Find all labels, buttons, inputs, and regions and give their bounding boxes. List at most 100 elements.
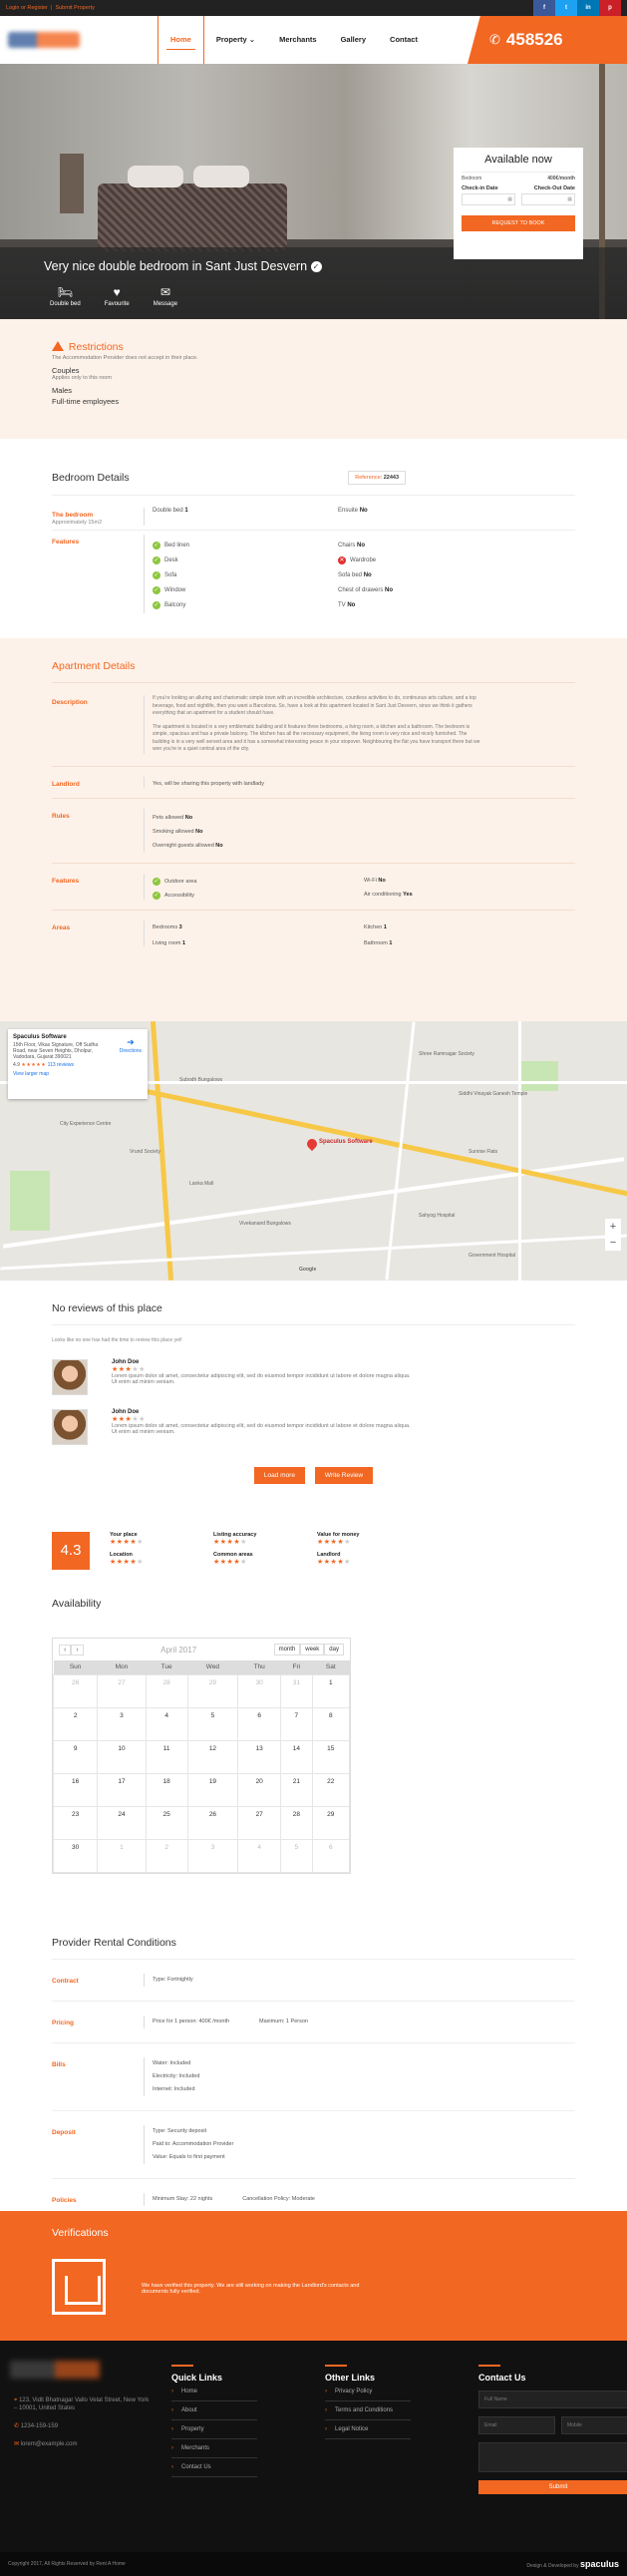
calendar-day[interactable]: 26 [186,1805,239,1840]
feature-message[interactable]: ✉ Message [154,285,177,307]
review-text: Lorem ipsum dolor sit amet, consectetur … [112,1373,411,1385]
footer-link[interactable]: Contact Us [171,2458,257,2477]
calendar-day[interactable]: 25 [145,1805,188,1840]
view-week-button[interactable]: week [300,1644,325,1656]
calendar-day[interactable]: 7 [280,1706,313,1741]
zoom-in-button[interactable]: + [605,1219,621,1235]
calendar-day[interactable]: 29 [311,1805,351,1840]
nav-gallery[interactable]: Gallery [329,16,378,64]
calendar-day[interactable]: 3 [186,1838,239,1873]
calendar-day[interactable]: 17 [97,1772,147,1807]
feature-favourite[interactable]: ♥ Favourite [105,285,130,307]
calendar-day[interactable]: 3 [97,1706,147,1741]
quick-links: Quick Links HomeAboutPropertyMerchantsCo… [171,2365,257,2477]
site-logo[interactable] [8,32,80,48]
calendar-day[interactable]: 2 [145,1838,188,1873]
avatar [52,1409,88,1445]
calendar-day[interactable]: 6 [311,1838,351,1873]
prev-month-button[interactable]: ‹ [59,1644,72,1656]
calendar-day[interactable]: 9 [52,1739,99,1774]
calendar-day[interactable]: 28 [145,1673,188,1708]
calendar-day[interactable]: 1 [311,1673,351,1708]
mobile-field[interactable]: Mobile [561,2416,627,2434]
calendar-day[interactable]: 30 [237,1673,282,1708]
map-label: City Experience Centre [60,1121,112,1127]
calendar-day[interactable]: 26 [52,1673,99,1708]
directions-link[interactable]: ➜ Directions [120,1037,142,1054]
footer-link[interactable]: Property [171,2420,257,2439]
view-month-button[interactable]: month [273,1644,301,1656]
calendar-day[interactable]: 18 [145,1772,188,1807]
calendar-day[interactable]: 5 [186,1706,239,1741]
calendar-day[interactable]: 4 [145,1706,188,1741]
name-field[interactable]: Full Name [478,2391,627,2408]
calendar-day[interactable]: 29 [186,1673,239,1708]
calendar-day[interactable]: 14 [280,1739,313,1774]
calendar-day[interactable]: 1 [97,1838,147,1873]
calendar-day[interactable]: 21 [280,1772,313,1807]
next-month-button[interactable]: › [71,1644,84,1656]
weekday-header: Mon [97,1660,147,1674]
place-reviews-link[interactable]: 113 reviews [48,1062,74,1068]
calendar-day[interactable]: 10 [97,1739,147,1774]
view-larger-map-link[interactable]: View larger map [13,1071,143,1077]
zoom-out-button[interactable]: − [605,1235,621,1251]
message-field[interactable] [478,2442,627,2472]
linkedin-icon[interactable]: in [577,0,599,16]
calendar-day[interactable]: 4 [237,1838,282,1873]
rules-values: Pets allowed No Smoking allowed No Overnig… [144,808,575,853]
calendar-day[interactable]: 19 [186,1772,239,1807]
cross-icon: ✕ [338,556,346,564]
calendar-day[interactable]: 28 [280,1805,313,1840]
footer-link[interactable]: Home [171,2383,257,2401]
calendar-day[interactable]: 11 [145,1739,188,1774]
login-link[interactable]: Login or Register [6,5,48,11]
footer-link[interactable]: About [171,2401,257,2420]
footer-email[interactable]: lorem@example.com [21,2441,78,2447]
calendar-day[interactable]: 27 [97,1673,147,1708]
location-map[interactable]: Subodh Bungalows Shree Ramnagar Society … [0,1021,627,1281]
load-more-button[interactable]: Load more [253,1467,305,1484]
availability-calendar: ‹ › April 2017 month week day Sun Mon Tue Wed T… [52,1638,351,1874]
calendar-day[interactable]: 13 [237,1739,282,1774]
feature-label: Bed linen [164,543,190,549]
footer-link[interactable]: Privacy Policy [325,2383,411,2401]
footer-link[interactable]: Merchants [171,2439,257,2458]
submit-button[interactable]: Submit [478,2480,627,2494]
calendar-day[interactable]: 6 [237,1706,282,1741]
nav-merchants[interactable]: Merchants [267,16,329,64]
pinterest-icon[interactable]: p [599,0,621,16]
calendar-day[interactable]: 16 [52,1772,99,1807]
reviews-note: Looks like no one has had the time to re… [52,1324,575,1343]
brand-logo[interactable]: spaculus [580,2559,619,2569]
calendar-day[interactable]: 23 [52,1805,99,1840]
footer-link[interactable]: Terms and Conditions [325,2401,411,2420]
map-pin-icon[interactable] [304,1136,320,1152]
facebook-icon[interactable]: f [533,0,555,16]
submit-property-link[interactable]: Submit Property [55,5,94,11]
calendar-day[interactable]: 15 [311,1739,351,1774]
calendar-day[interactable]: 8 [311,1706,351,1741]
checkout-input[interactable]: ▦ [521,193,575,205]
calendar-day[interactable]: 12 [186,1739,239,1774]
calendar-day[interactable]: 24 [97,1805,147,1840]
checkin-input[interactable]: ▦ [462,193,515,205]
chevron-down-icon: ⌄ [248,35,256,44]
calendar-day[interactable]: 27 [237,1805,282,1840]
footer-link[interactable]: Legal Notice [325,2420,411,2439]
nav-property[interactable]: Property ⌄ [204,16,267,64]
calendar-day[interactable]: 5 [280,1838,313,1873]
calendar-day[interactable]: 20 [237,1772,282,1807]
calendar-day[interactable]: 31 [280,1673,313,1708]
calendar-day[interactable]: 22 [311,1772,351,1807]
nav-contact[interactable]: Contact [378,16,430,64]
phone-banner[interactable]: ✆ 458526 [468,16,627,64]
email-field[interactable]: Email [478,2416,555,2434]
view-day-button[interactable]: day [324,1644,344,1656]
request-to-book-button[interactable]: REQUEST TO BOOK [462,215,575,231]
calendar-day[interactable]: 30 [52,1838,99,1873]
write-review-button[interactable]: Write Review [314,1467,374,1484]
calendar-day[interactable]: 2 [52,1706,99,1741]
twitter-icon[interactable]: t [555,0,577,16]
nav-home[interactable]: Home [157,16,204,64]
